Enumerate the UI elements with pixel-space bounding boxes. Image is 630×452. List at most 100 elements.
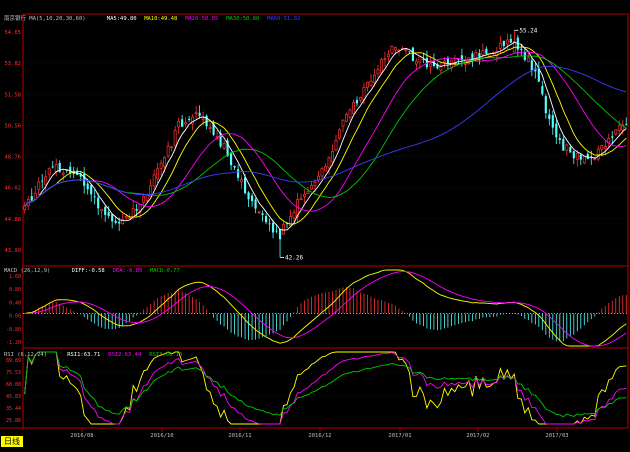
candle-body-up [320,168,324,177]
x-tick-label: 2016/12 [308,433,331,439]
candle-body-up [359,96,362,101]
candle-body-up [380,59,383,74]
candle-body-down [569,147,572,153]
candle-body-down [104,206,107,215]
candle-body-down [181,119,184,127]
macd-legend-item: MACD:0.77 [150,268,180,274]
candle-body-up [390,45,394,54]
rsi-legend-item: RSI3:60.13 [149,352,182,358]
high-price-label: 55.24 [519,27,537,34]
candle-body-down [254,199,257,209]
period-button[interactable]: 日线 [1,436,23,447]
grid-layer [0,13,629,432]
candle-body-down [509,38,512,43]
price-legend-item: MA5:49.80 [107,16,137,22]
candle-body-down [51,166,54,168]
candle-body-up [338,129,341,139]
candle-body-up [173,130,177,146]
x-tick-label: 2016/10 [150,433,173,439]
x-tick-label: 2017/02 [466,433,489,439]
candle-body-up [366,81,369,88]
candle-body-up [414,60,418,65]
candle-body-down [502,40,505,46]
rsi-legend-item: RSI1:63.71 [67,352,100,358]
candle-body-up [334,139,338,151]
candle-body-down [118,221,121,224]
candle-body-up [575,152,579,160]
candle-body-up [208,127,212,129]
candle-body-up [201,118,205,121]
candle-body-down [572,151,575,159]
candle-body-up [596,148,600,160]
candle-body-up [152,174,156,187]
stock-chart-svg: 54.65 53.82 51.58 50.56 48.76 46.02 44.88 43.90… [0,13,629,439]
price-y-tick-label: 48.76 [4,155,21,161]
low-price-label: 42.26 [285,254,303,261]
candle-body-down [551,115,554,128]
candle-body-up [124,216,128,219]
candle-body-up [194,112,198,114]
candle-body-up [324,166,327,172]
candle-body-down [271,222,275,233]
price-y-tick-label: 53.82 [4,61,21,67]
macd-y-tick-label: 1.60 [9,274,21,280]
candle-body-down [408,51,411,53]
stock-chart: 54.65 53.82 51.58 50.56 48.76 46.02 44.88 43.90… [0,0,630,448]
candle-body-up [156,168,160,180]
candle-body-up [394,47,397,51]
candle-body-up [383,58,387,61]
candle-body-up [498,42,502,49]
candle-body-down [278,228,282,240]
rsi24-line [24,351,627,418]
candle-body-down [261,213,264,215]
candle-body-up [600,145,604,150]
candle-body-down [107,211,110,216]
candle-body-up [37,181,41,190]
candle-body-down [114,220,117,223]
candle-body-up [145,194,149,201]
x-tick-label: 2016/08 [70,433,93,439]
price-header-name: 南京银行 MA(5,10,20,30,60) [4,14,86,22]
candle-body-down [625,124,628,126]
candle-body-up [505,39,509,45]
candle-body-up [404,49,408,51]
candle-body-down [135,208,138,211]
candle-body-up [582,155,586,164]
rsi-y-tick-label: 60.00 [6,382,21,388]
candle-body-up [170,146,174,149]
candle-body-down [411,47,415,62]
candle-body-up [61,172,65,175]
candle-body-up [54,164,58,173]
candle-body-up [565,144,569,151]
macd-legend-item: DEA:-0.85 [113,268,143,274]
candle-body-up [345,114,348,122]
candle-body-down [69,166,72,174]
ma60-line [24,65,627,207]
macd-y-tick-label: 0.80 [9,287,21,293]
price-y-tick-label: 51.58 [4,92,21,98]
macd-legend-item: DIFF:-0.58 [72,268,105,274]
rsi-y-tick-label: 89.89 [6,358,21,364]
x-tick-label: 2017/01 [388,433,411,439]
candle-body-down [93,196,96,198]
macd-y-tick-label: -0.80 [6,327,21,333]
macd-y-tick-label: 0.00 [9,314,21,320]
candle-body-up [23,205,27,210]
rsi-panel [24,351,627,425]
candle-body-down [198,112,201,116]
candle-body-down [541,86,544,95]
candle-body-up [387,53,390,58]
candle-body-down [355,100,359,104]
candle-body-down [562,138,565,151]
candle-body-up [222,143,226,149]
candle-body-down [530,60,533,71]
candle-body-down [611,136,614,138]
rsi-header-name: RSI (6,12,24) [4,352,47,358]
candle-body-up [439,66,443,71]
candle-body-down [558,138,561,140]
rsi-y-tick-label: 25.86 [6,418,21,424]
candle-body-up [327,157,331,169]
candle-body-down [233,165,236,168]
candle-body-up [191,116,195,125]
candle-body-up [369,80,373,87]
